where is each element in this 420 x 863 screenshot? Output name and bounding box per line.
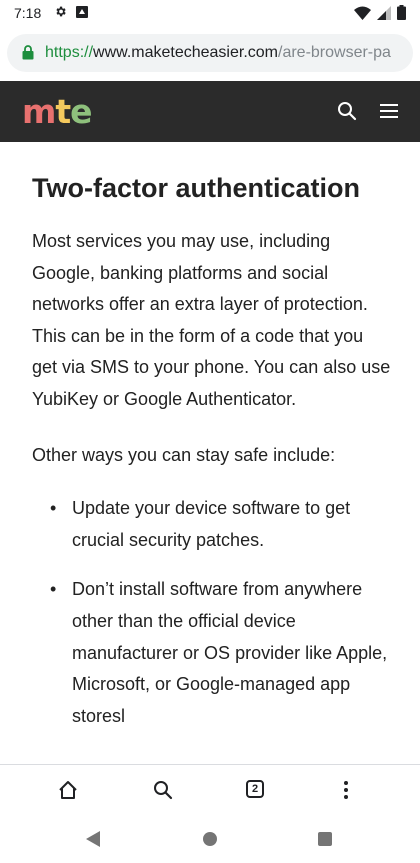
- home-circle-icon[interactable]: [203, 832, 217, 846]
- hamburger-menu-icon[interactable]: [379, 102, 399, 125]
- bullet-item: Update your device software to get cruci…: [32, 493, 392, 556]
- search-icon[interactable]: [153, 780, 173, 805]
- home-icon[interactable]: [58, 780, 78, 805]
- download-icon: [76, 5, 88, 23]
- site-header: mte: [0, 81, 420, 142]
- cellular-signal-icon: [377, 5, 391, 25]
- bullet-item: Don’t install software from anywhere oth…: [32, 574, 392, 732]
- logo-letter-t: t: [55, 92, 71, 131]
- back-icon[interactable]: [86, 831, 100, 852]
- url-path: /are-browser-pa: [278, 44, 391, 61]
- browser-url-area: https://www.maketecheasier.com/are-brows…: [0, 26, 420, 81]
- logo-letter-e: e: [70, 92, 92, 131]
- browser-bottom-toolbar: 2: [0, 764, 420, 816]
- article-paragraph: Most services you may use, including Goo…: [32, 231, 391, 409]
- search-icon[interactable]: [337, 101, 357, 126]
- tab-switcher-icon[interactable]: 2: [246, 780, 264, 798]
- status-right-icons: [354, 5, 406, 25]
- article-content: Two-factor authentication Most services …: [32, 142, 392, 750]
- article-heading: Two-factor authentication: [32, 173, 360, 203]
- bullet-list: Update your device software to get cruci…: [32, 493, 392, 732]
- battery-icon: [397, 5, 406, 25]
- gear-icon: [54, 5, 67, 23]
- system-nav-bar: [0, 815, 420, 863]
- wifi-icon: [354, 6, 371, 25]
- status-time: 7:18: [14, 5, 42, 21]
- more-vert-icon[interactable]: [343, 780, 349, 805]
- status-left-icons: [54, 5, 88, 23]
- article-paragraph: Other ways you can stay safe include:: [32, 444, 336, 465]
- recents-icon[interactable]: [318, 832, 332, 846]
- url-host: www.maketecheasier.com: [93, 44, 278, 61]
- url-scheme: https://: [45, 44, 94, 61]
- logo-letter-m: m: [22, 92, 56, 131]
- status-bar: 7:18: [0, 0, 420, 26]
- site-logo[interactable]: mte: [22, 92, 93, 131]
- url-bar[interactable]: https://www.maketecheasier.com/are-brows…: [7, 34, 413, 72]
- lock-icon: [22, 45, 34, 65]
- url-text[interactable]: https://www.maketecheasier.com/are-brows…: [45, 44, 407, 62]
